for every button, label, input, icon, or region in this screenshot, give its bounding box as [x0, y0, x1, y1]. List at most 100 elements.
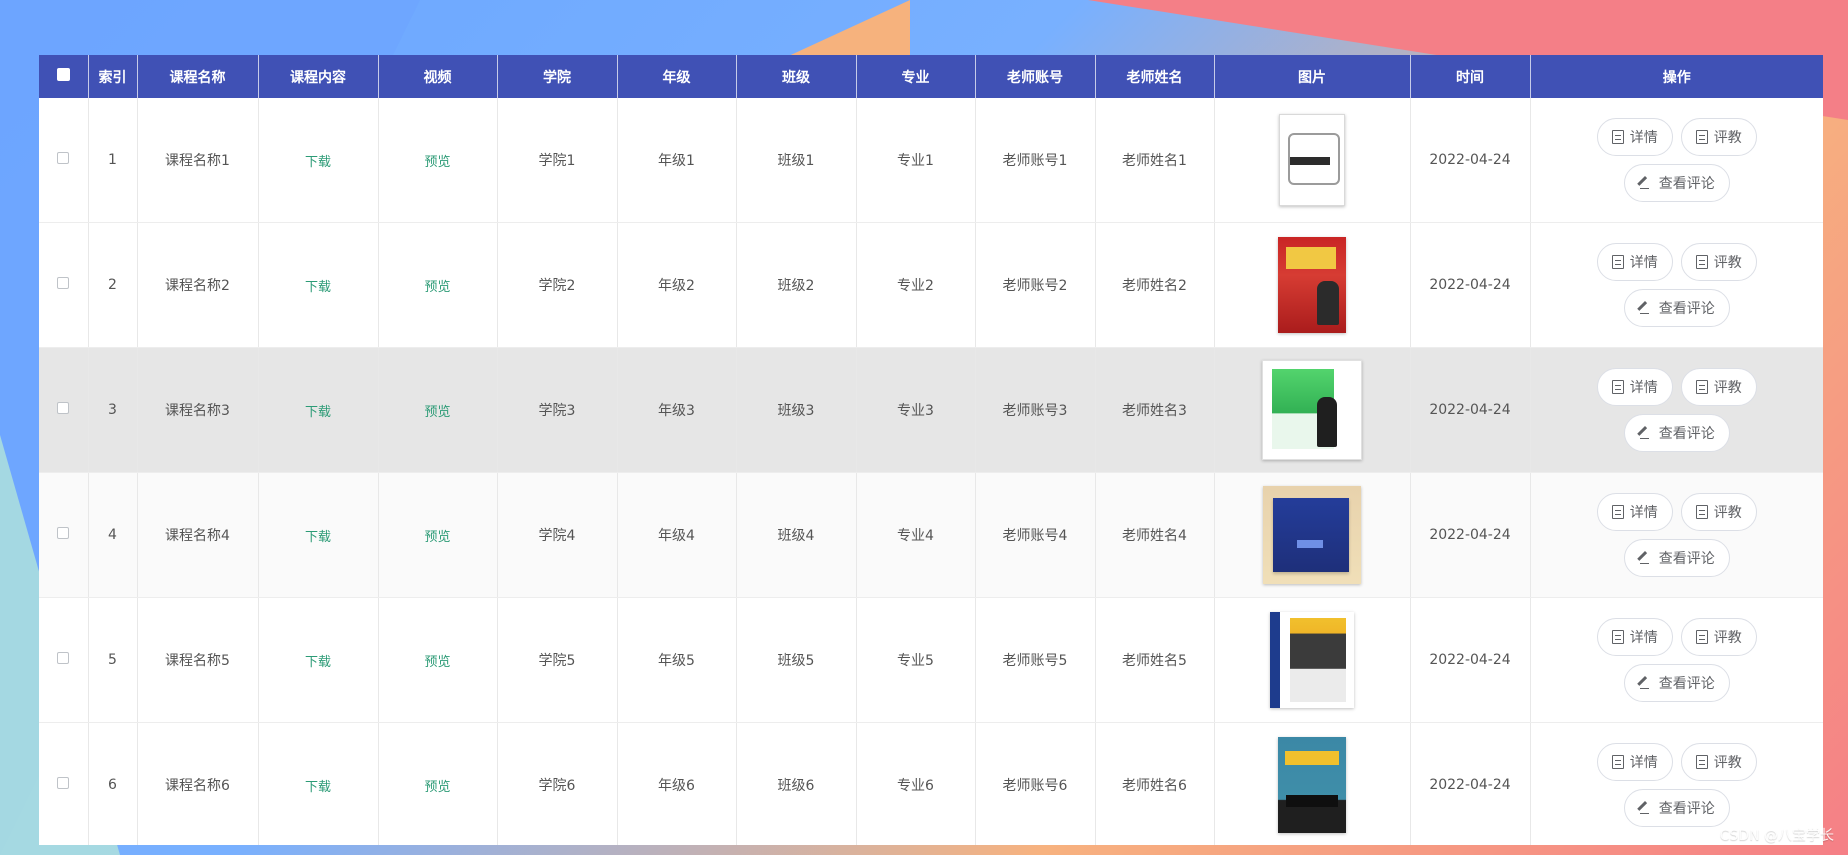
major-cell: 专业5 — [856, 597, 976, 723]
download-link[interactable]: 下载 — [305, 655, 331, 670]
view-comments-button[interactable]: 查看评论 — [1623, 664, 1730, 702]
detail-button-label: 详情 — [1629, 504, 1658, 520]
row-checkbox[interactable] — [57, 777, 70, 789]
image-cell — [1214, 98, 1411, 223]
index-cell: 1 — [88, 98, 138, 223]
view-comments-button[interactable]: 查看评论 — [1623, 289, 1730, 327]
detail-button-label: 详情 — [1629, 129, 1658, 145]
image-cell — [1214, 472, 1411, 598]
preview-link[interactable]: 预览 — [424, 530, 450, 545]
major-cell: 专业6 — [856, 722, 976, 845]
evaluate-button[interactable]: 评教 — [1680, 243, 1757, 281]
preview-link[interactable]: 预览 — [424, 780, 450, 795]
preview-link[interactable]: 预览 — [424, 155, 450, 170]
detail-button[interactable]: 详情 — [1596, 368, 1673, 406]
detail-button[interactable]: 详情 — [1596, 618, 1673, 656]
time-column-header: 时间 — [1410, 55, 1531, 98]
pencil-icon — [1639, 676, 1653, 690]
major-cell: 专业1 — [856, 98, 976, 223]
actions-cell: 详情 评教 查看评论 — [1530, 222, 1823, 348]
preview-link[interactable]: 预览 — [424, 405, 450, 420]
row-select-cell[interactable] — [39, 472, 89, 598]
college-cell: 学院1 — [497, 98, 618, 223]
row-select-cell[interactable] — [39, 347, 89, 473]
row-checkbox[interactable] — [57, 402, 70, 414]
row-select-cell[interactable] — [39, 597, 89, 723]
row-actions: 详情 评教 查看评论 — [1531, 598, 1824, 722]
evaluate-button[interactable]: 评教 — [1680, 493, 1757, 531]
document-icon — [1695, 505, 1708, 519]
teacher-account-cell: 老师账号4 — [975, 472, 1096, 598]
time-cell: 2022-04-24 — [1410, 472, 1531, 598]
table-row: 4 课程名称4 下载 预览 学院4 年级4 班级4 专业4 老师账号4 老师姓名… — [39, 472, 1823, 598]
download-link[interactable]: 下载 — [305, 780, 331, 795]
detail-button[interactable]: 详情 — [1596, 493, 1673, 531]
view-comments-button-label: 查看评论 — [1658, 550, 1715, 566]
evaluate-button-label: 评教 — [1713, 254, 1742, 270]
class-cell: 班级3 — [736, 347, 857, 473]
teacher-account-column-header: 老师账号 — [975, 55, 1096, 98]
view-comments-button[interactable]: 查看评论 — [1623, 414, 1730, 452]
teacher-account-cell: 老师账号2 — [975, 222, 1096, 348]
index-cell: 2 — [88, 222, 138, 348]
pencil-icon — [1639, 176, 1653, 190]
course-content-cell: 下载 — [258, 597, 379, 723]
grade-cell: 年级4 — [617, 472, 737, 598]
view-comments-button[interactable]: 查看评论 — [1623, 164, 1730, 202]
document-icon — [1695, 255, 1708, 269]
download-link[interactable]: 下载 — [305, 530, 331, 545]
action-button-group: 详情 评教 — [1596, 118, 1757, 156]
major-cell: 专业4 — [856, 472, 976, 598]
detail-button[interactable]: 详情 — [1596, 743, 1673, 781]
actions-cell: 详情 评教 查看评论 — [1530, 98, 1823, 223]
evaluate-button-label: 评教 — [1713, 754, 1742, 770]
detail-button[interactable]: 详情 — [1596, 118, 1673, 156]
class-cell: 班级1 — [736, 98, 857, 223]
row-actions: 详情 评教 查看评论 — [1531, 98, 1824, 222]
download-link[interactable]: 下载 — [305, 405, 331, 420]
teacher-account-cell: 老师账号6 — [975, 722, 1096, 845]
course-book-image — [1262, 360, 1362, 460]
video-cell: 预览 — [378, 222, 498, 348]
row-select-cell[interactable] — [39, 98, 89, 223]
row-select-cell[interactable] — [39, 222, 89, 348]
evaluate-button[interactable]: 评教 — [1680, 743, 1757, 781]
view-comments-button[interactable]: 查看评论 — [1623, 789, 1730, 827]
course-book-image — [1263, 486, 1361, 584]
detail-button-label: 详情 — [1629, 754, 1658, 770]
preview-link[interactable]: 预览 — [424, 655, 450, 670]
evaluate-button[interactable]: 评教 — [1680, 618, 1757, 656]
course-book-image — [1270, 612, 1354, 708]
course-content-cell: 下载 — [258, 347, 379, 473]
course-name-cell: 课程名称3 — [137, 347, 259, 473]
download-link[interactable]: 下载 — [305, 280, 331, 295]
row-checkbox[interactable] — [57, 152, 70, 164]
row-checkbox[interactable] — [57, 652, 70, 664]
document-icon — [1611, 505, 1624, 519]
view-comments-button-label: 查看评论 — [1658, 175, 1715, 191]
actions-cell: 详情 评教 查看评论 — [1530, 597, 1824, 723]
select-all-checkbox[interactable] — [56, 68, 70, 81]
select-all-column-header[interactable] — [39, 55, 89, 98]
evaluate-button[interactable]: 评教 — [1680, 368, 1757, 406]
table-body: 1 课程名称1 下载 预览 学院1 年级1 班级1 专业1 老师账号1 老师姓名… — [39, 98, 1823, 845]
view-comments-button-label: 查看评论 — [1658, 425, 1715, 441]
download-link[interactable]: 下载 — [305, 155, 331, 170]
major-cell: 专业3 — [856, 347, 976, 473]
preview-link[interactable]: 预览 — [424, 280, 450, 295]
row-select-cell[interactable] — [39, 722, 89, 845]
grade-cell: 年级1 — [617, 98, 737, 223]
detail-button[interactable]: 详情 — [1596, 243, 1673, 281]
college-cell: 学院2 — [497, 222, 618, 348]
teacher-name-cell: 老师姓名5 — [1095, 597, 1215, 723]
video-cell: 预览 — [378, 472, 498, 598]
grade-cell: 年级2 — [617, 222, 737, 348]
college-cell: 学院3 — [497, 347, 618, 473]
view-comments-button[interactable]: 查看评论 — [1623, 539, 1730, 577]
teacher-account-cell: 老师账号5 — [975, 597, 1096, 723]
evaluate-button[interactable]: 评教 — [1680, 118, 1757, 156]
row-checkbox[interactable] — [57, 277, 70, 289]
teacher-name-cell: 老师姓名3 — [1095, 347, 1215, 473]
course-content-cell: 下载 — [258, 472, 379, 598]
row-checkbox[interactable] — [57, 527, 70, 539]
